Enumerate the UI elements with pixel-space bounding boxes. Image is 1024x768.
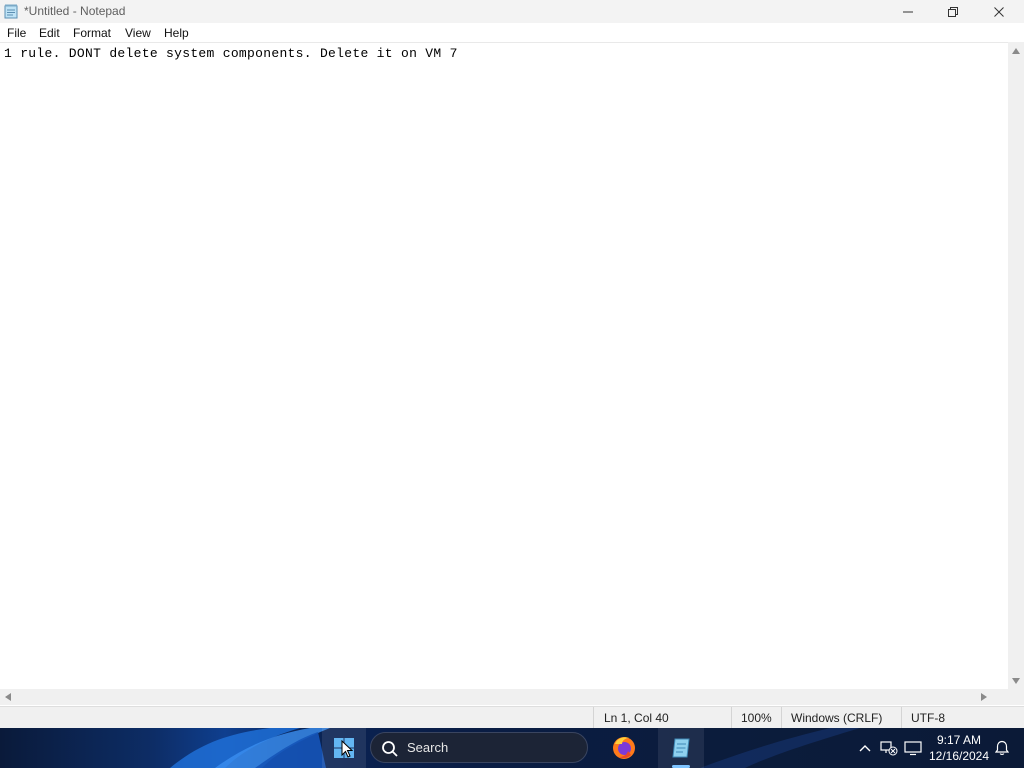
menu-format[interactable]: Format bbox=[73, 26, 111, 40]
notepad-taskbar-button[interactable] bbox=[658, 728, 704, 768]
taskbar-search-box[interactable]: Search bbox=[370, 732, 588, 763]
menu-view[interactable]: View bbox=[125, 26, 151, 40]
status-bar: Ln 1, Col 40 100% Windows (CRLF) UTF-8 bbox=[0, 706, 1024, 729]
minimize-button[interactable] bbox=[885, 0, 931, 23]
network-status-button[interactable] bbox=[878, 728, 900, 768]
status-divider bbox=[731, 707, 732, 729]
notifications-button[interactable] bbox=[990, 728, 1014, 768]
vertical-scrollbar[interactable] bbox=[1008, 42, 1024, 689]
show-hidden-icons-button[interactable] bbox=[856, 728, 874, 768]
scroll-right-icon[interactable] bbox=[981, 693, 987, 701]
notification-bell-icon bbox=[995, 740, 1009, 755]
notepad-icon bbox=[4, 4, 18, 19]
scroll-up-icon[interactable] bbox=[1012, 48, 1020, 54]
taskbar: Search 9:17 AM 12/16/2024 bbox=[0, 728, 1024, 768]
close-button[interactable] bbox=[976, 0, 1022, 23]
menu-help[interactable]: Help bbox=[164, 26, 189, 40]
status-encoding: UTF-8 bbox=[911, 711, 945, 725]
menu-file[interactable]: File bbox=[7, 26, 26, 40]
status-zoom: 100% bbox=[741, 711, 772, 725]
clock-time: 9:17 AM bbox=[936, 733, 982, 747]
status-cursor-position: Ln 1, Col 40 bbox=[604, 711, 669, 725]
restore-button[interactable] bbox=[930, 0, 976, 23]
notepad-icon bbox=[672, 738, 690, 758]
close-icon bbox=[994, 6, 1004, 17]
horizontal-scrollbar[interactable] bbox=[0, 689, 1008, 705]
menu-bar: File Edit Format View Help bbox=[0, 23, 1024, 42]
mouse-cursor-icon bbox=[341, 740, 353, 758]
network-icon bbox=[880, 741, 898, 756]
text-editor[interactable]: 1 rule. DONT delete system components. D… bbox=[0, 42, 1008, 690]
search-label: Search bbox=[407, 740, 449, 755]
display-icon bbox=[904, 741, 922, 756]
menu-edit[interactable]: Edit bbox=[39, 26, 60, 40]
scrollbar-corner bbox=[1008, 689, 1024, 705]
restore-icon bbox=[948, 6, 958, 17]
title-bar[interactable]: *Untitled - Notepad bbox=[0, 0, 1024, 23]
clock-date: 12/16/2024 bbox=[928, 749, 990, 763]
firefox-icon bbox=[613, 737, 635, 759]
status-divider bbox=[901, 707, 902, 729]
search-icon bbox=[382, 741, 398, 757]
status-divider bbox=[593, 707, 594, 729]
chevron-up-icon bbox=[859, 745, 871, 752]
taskbar-clock[interactable]: 9:17 AM 12/16/2024 bbox=[928, 732, 990, 764]
firefox-taskbar-button[interactable] bbox=[602, 728, 646, 768]
editor-content[interactable]: 1 rule. DONT delete system components. D… bbox=[4, 46, 458, 61]
scroll-left-icon[interactable] bbox=[5, 693, 11, 701]
display-button[interactable] bbox=[902, 728, 924, 768]
window-title: *Untitled - Notepad bbox=[24, 4, 126, 18]
status-line-ending: Windows (CRLF) bbox=[791, 711, 883, 725]
scroll-down-icon[interactable] bbox=[1012, 678, 1020, 684]
minimize-icon bbox=[903, 11, 913, 12]
status-divider bbox=[781, 707, 782, 729]
start-button[interactable] bbox=[322, 728, 366, 768]
